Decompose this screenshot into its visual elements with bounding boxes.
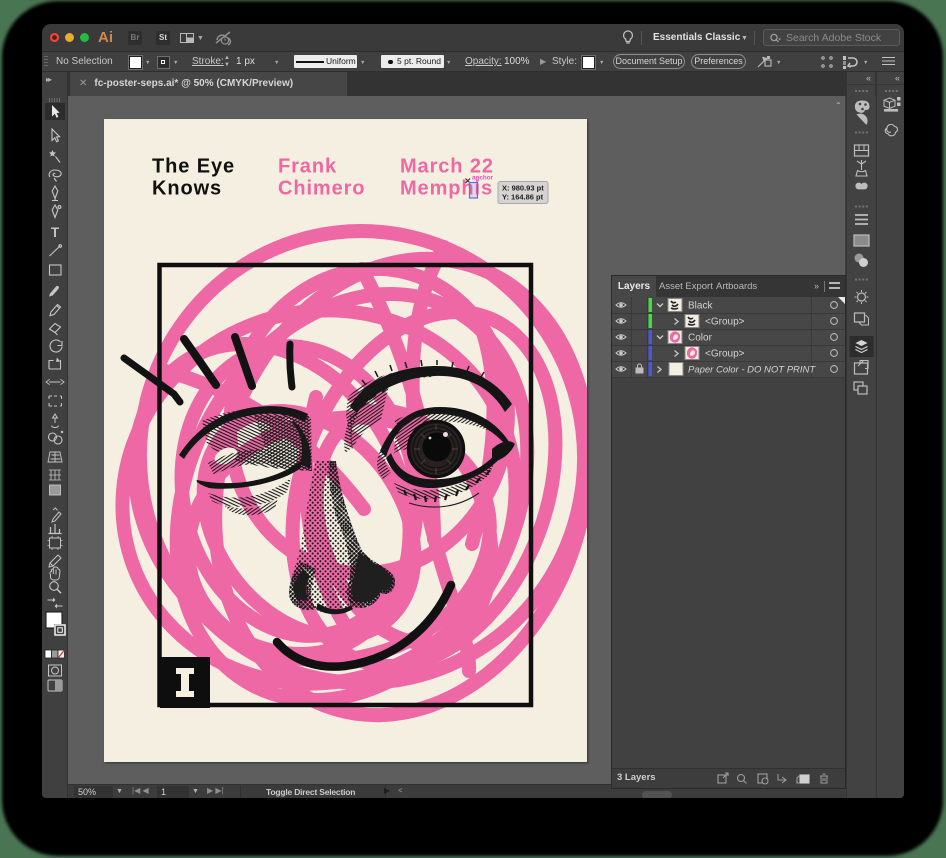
svg-text:T: T [51, 225, 60, 240]
svg-text:Frank: Frank [278, 156, 337, 178]
svg-text:Y: 164.86 pt: Y: 164.86 pt [502, 193, 544, 202]
svg-text:anchor: anchor [472, 175, 494, 182]
svg-text:Color: Color [688, 333, 713, 344]
svg-text:<Group>: <Group> [705, 349, 745, 360]
svg-text:Chimero: Chimero [278, 178, 365, 200]
svg-text:Black: Black [688, 301, 713, 312]
svg-text:Knows: Knows [152, 178, 222, 200]
svg-text:Paper Color - DO NOT PRINT: Paper Color - DO NOT PRINT [688, 365, 816, 376]
svg-text:<Group>: <Group> [705, 317, 745, 328]
svg-text:The Eye: The Eye [152, 156, 235, 178]
svg-text:X: 980.93 pt: X: 980.93 pt [502, 184, 544, 193]
